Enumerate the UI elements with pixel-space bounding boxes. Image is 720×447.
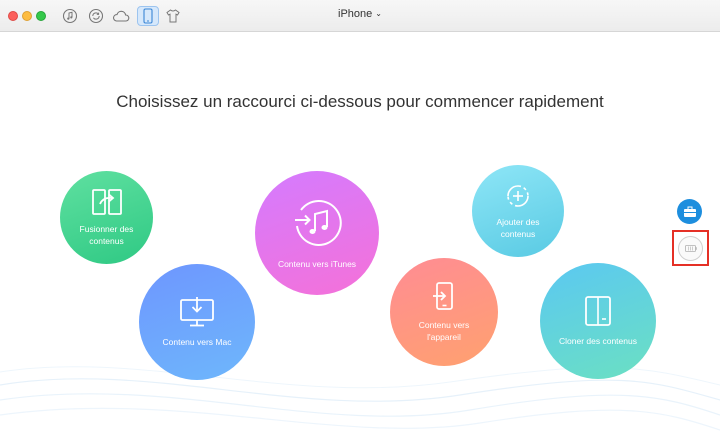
page-headline: Choisissez un raccourci ci-dessous pour … [116,92,604,111]
chevron-down-icon: ⌄ [375,9,382,18]
content-to-mac-button[interactable]: Contenu vers Mac [139,264,255,380]
merge-content-button[interactable]: Fusionner des contenus [60,171,153,264]
device-selector[interactable]: iPhone ⌄ [0,8,720,20]
merge-content-label: Fusionner des contenus [79,223,134,246]
add-content-label: Ajouter des contenus [496,216,540,239]
toolbox-button[interactable] [677,199,702,224]
battery-button[interactable] [678,235,703,261]
device-transfer-icon [433,281,453,310]
itunes-transfer-icon [295,199,342,246]
merge-icon [91,188,122,215]
device-name: iPhone [338,8,373,20]
add-content-icon [507,184,529,207]
highlight-box [672,230,709,266]
toolbox-icon [683,206,696,217]
content-to-itunes-label: Contenu vers iTunes [277,258,357,269]
computer-download-icon [180,296,214,327]
content-to-device-label: Contenu vers l'appareil [418,319,470,342]
title-bar: iPhone ⌄ [0,0,720,32]
content-to-device-button[interactable]: Contenu vers l'appareil [390,258,498,366]
content-to-mac-label: Contenu vers Mac [162,336,232,347]
battery-icon [684,244,697,252]
content-to-itunes-button[interactable]: Contenu vers iTunes [255,171,379,295]
clone-content-label: Cloner des contenus [559,335,637,346]
add-content-button[interactable]: Ajouter des contenus [472,165,564,257]
clone-icon [585,295,611,326]
clone-content-button[interactable]: Cloner des contenus [540,263,656,379]
